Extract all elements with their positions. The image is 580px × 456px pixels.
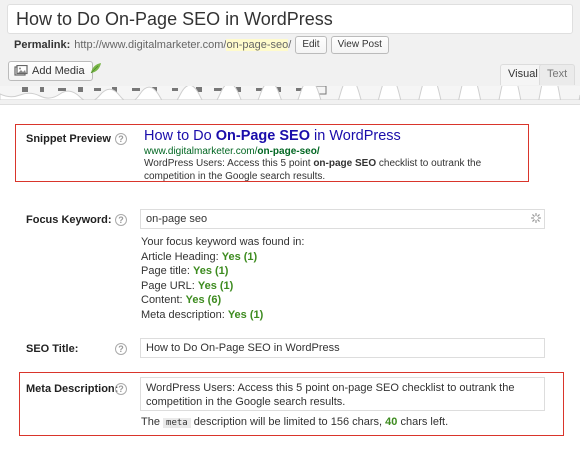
snippet-title-keyword: On-Page SEO (215, 128, 311, 144)
meta-description-textarea[interactable]: WordPress Users: Access this 5 point on-… (140, 377, 545, 411)
note-prefix: The (141, 416, 160, 428)
meta-description-help-icon[interactable]: ? (115, 383, 127, 395)
meta-limit-note: The meta description will be limited to … (141, 416, 448, 428)
result-value: Yes (1) (221, 250, 258, 263)
keyword-found-intro: Your focus keyword was found in: (141, 236, 305, 248)
permalink-row: Permalink: http://www.digitalmarketer.co… (14, 36, 389, 54)
snippet-preview-label: Snippet Preview (26, 133, 111, 145)
focus-keyword-help-icon[interactable]: ? (115, 214, 127, 226)
leaf-icon[interactable] (90, 62, 102, 74)
snippet-url: www.digitalmarketer.com/on-page-seo/ (144, 146, 320, 157)
media-icon (14, 64, 28, 77)
snippet-title-prefix: How to Do (144, 128, 216, 144)
permalink-slug[interactable]: on-page-seo (226, 39, 289, 51)
keyword-results: Your focus keyword was found in: Article… (141, 235, 304, 322)
snippet-title-suffix: in WordPress (310, 128, 401, 144)
result-value: Yes (6) (185, 294, 222, 306)
add-media-label: Add Media (32, 65, 85, 77)
snippet-desc-keyword: on-page SEO (313, 158, 377, 169)
focus-keyword-label: Focus Keyword: (26, 214, 112, 226)
result-row: Content: Yes (6) (141, 293, 304, 308)
seo-title-label: SEO Title: (26, 343, 79, 355)
snippet-url-base: www.digitalmarketer.com/ (144, 146, 258, 157)
result-row: Meta description: Yes (1) (141, 308, 304, 323)
post-title-input[interactable]: How to Do On-Page SEO in WordPress (7, 4, 573, 34)
snippet-preview-help-icon[interactable]: ? (115, 133, 127, 145)
result-label: Article Heading: (141, 250, 219, 263)
result-row: Page URL: Yes (1) (141, 279, 304, 294)
note-code: meta (163, 418, 191, 428)
permalink-base: http://www.digitalmarketer.com/ (74, 39, 227, 51)
result-value: Yes (1) (192, 265, 229, 277)
snippet-url-slug: on-page-seo/ (257, 146, 320, 157)
loading-spinner-icon (530, 212, 542, 224)
permalink-label: Permalink: (14, 39, 71, 51)
seo-title-input[interactable]: How to Do On-Page SEO in WordPress (140, 338, 545, 358)
note-middle: description will be limited to 156 chars… (193, 416, 383, 428)
permalink-trailing: / (288, 39, 292, 51)
result-label: Meta description: (141, 308, 225, 321)
chars-left-count: 40 (385, 416, 398, 428)
snippet-title: How to Do On-Page SEO in WordPress (144, 128, 401, 144)
snippet-desc-prefix: WordPress Users: Access this 5 point (144, 158, 314, 169)
note-suffix: chars left. (400, 416, 449, 428)
focus-keyword-input[interactable]: on-page seo (140, 209, 545, 229)
edit-permalink-button[interactable]: Edit (295, 36, 327, 54)
result-value: Yes (1) (197, 279, 234, 292)
seo-title-help-icon[interactable]: ? (115, 343, 127, 355)
result-label: Page title: (141, 265, 190, 277)
tab-text[interactable]: Text (539, 64, 576, 85)
result-label: Page URL: (141, 279, 195, 292)
add-media-button[interactable]: Add Media (8, 61, 93, 81)
result-label: Content: (141, 294, 183, 306)
snippet-description: WordPress Users: Access this 5 point on-… (144, 157, 524, 183)
view-post-button[interactable]: View Post (330, 36, 389, 54)
result-row: Article Heading: Yes (1) (141, 250, 304, 265)
result-row: Page title: Yes (1) (141, 264, 304, 279)
meta-description-label: Meta Description: (26, 383, 119, 395)
result-value: Yes (1) (227, 308, 264, 321)
editor-toolbar-torn-edge (0, 66, 580, 126)
